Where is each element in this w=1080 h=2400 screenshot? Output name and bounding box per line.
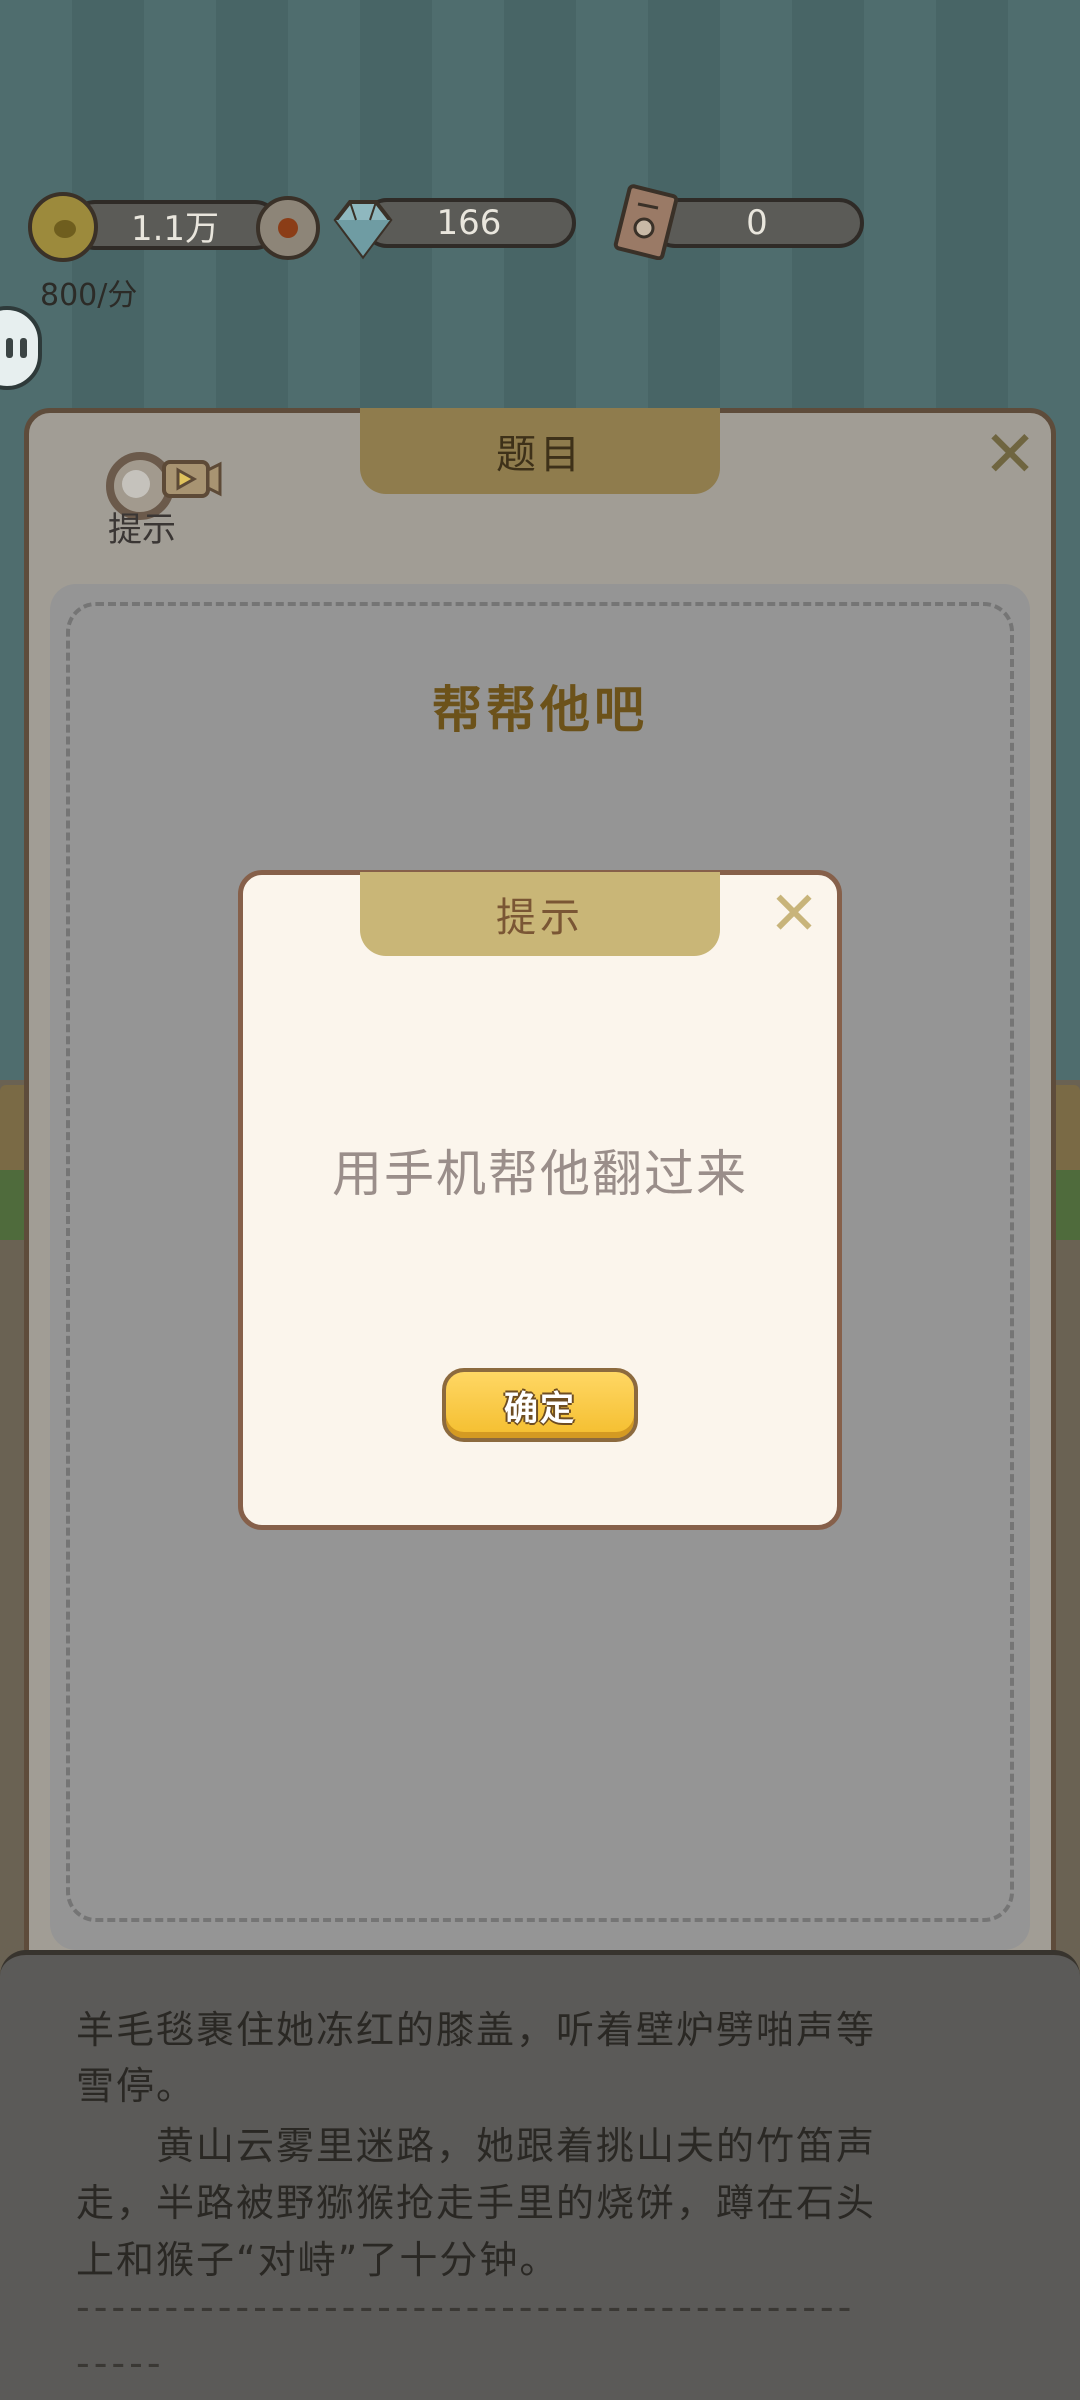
confirm-button[interactable]: 确定 [442,1368,638,1442]
story-line: 上和猴子“对峙”了十分钟。 [76,2238,560,2282]
story-divider: ----------------------------------------… [76,2285,856,2329]
hint-button-label[interactable]: 提示 [108,502,176,551]
story-line: 羊毛毯裹住她冻红的膝盖，听着壁炉劈啪声等 [76,2008,877,2052]
story-line: 雪停。 [76,2064,197,2108]
story-divider: ----- [76,2341,165,2385]
side-tab-mark [20,338,27,358]
story-line: 走，半路被野猕猴抢走手里的烧饼，蹲在石头 [76,2181,877,2225]
close-icon[interactable]: ✕ [764,884,824,944]
question-panel-title: 题目 [360,408,720,494]
coin-rate: 800/分 [40,278,138,313]
coin-value: 1.1万 [130,208,220,249]
hint-dialog-title: 提示 [360,872,720,956]
story-line: 黄山云雾里迷路，她跟着挑山夫的竹笛声 [76,2124,877,2168]
gear-icon[interactable] [256,196,320,260]
diamond-value: 166 [436,203,502,243]
question-title: 帮帮他吧 [432,681,648,739]
coin-counter: 1.1万 [70,200,280,250]
diamond-icon [333,200,393,260]
ticket-icon [613,184,678,260]
hint-message: 用手机帮他翻过来 [332,1145,748,1203]
story-text-area: 羊毛毯裹住她冻红的膝盖，听着壁炉劈啪声等 雪停。 黄山云雾里迷路，她跟着挑山夫的… [0,1950,1080,2400]
ticket-counter: 0 [650,198,864,248]
close-icon[interactable]: ✕ [980,423,1040,487]
side-tab-mark [6,338,13,358]
ticket-value: 0 [746,203,768,243]
game-screen: 1.1万 166 0 800/分 题目 ✕ 提示 帮帮他吧 羊毛毯裹住她冻红的膝… [0,0,1080,2400]
coin-icon [28,192,98,262]
